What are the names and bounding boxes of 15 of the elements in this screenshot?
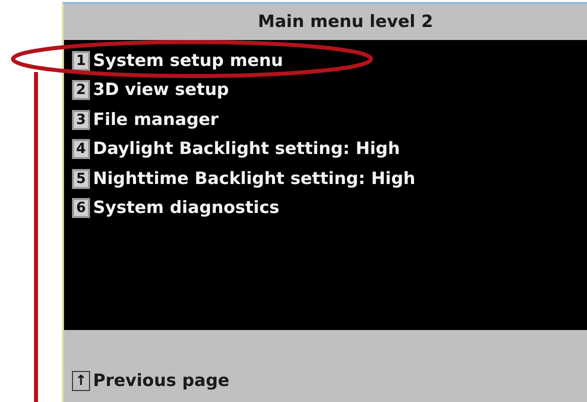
menu-item[interactable]: System diagnostics <box>93 198 280 218</box>
screen-title: Main menu level 2 <box>64 4 587 40</box>
menu-item[interactable]: System setup menu <box>93 50 284 71</box>
menu-item[interactable]: 3D view setup <box>93 80 229 100</box>
up-key[interactable]: ↑ <box>72 371 90 392</box>
number-key[interactable]: 3 <box>72 110 90 130</box>
number-key[interactable]: 6 <box>72 198 90 218</box>
menu-item[interactable]: Nighttime Backlight setting: High <box>93 168 416 189</box>
number-key[interactable]: 4 <box>72 139 90 160</box>
number-key[interactable]: 5 <box>72 168 90 189</box>
number-key[interactable]: 1 <box>72 50 90 71</box>
previous-page-label[interactable]: Previous page <box>93 371 230 392</box>
number-key[interactable]: 2 <box>72 80 90 100</box>
menu-item[interactable]: Daylight Backlight setting: High <box>93 139 400 160</box>
menu-item[interactable]: File manager <box>93 110 219 130</box>
